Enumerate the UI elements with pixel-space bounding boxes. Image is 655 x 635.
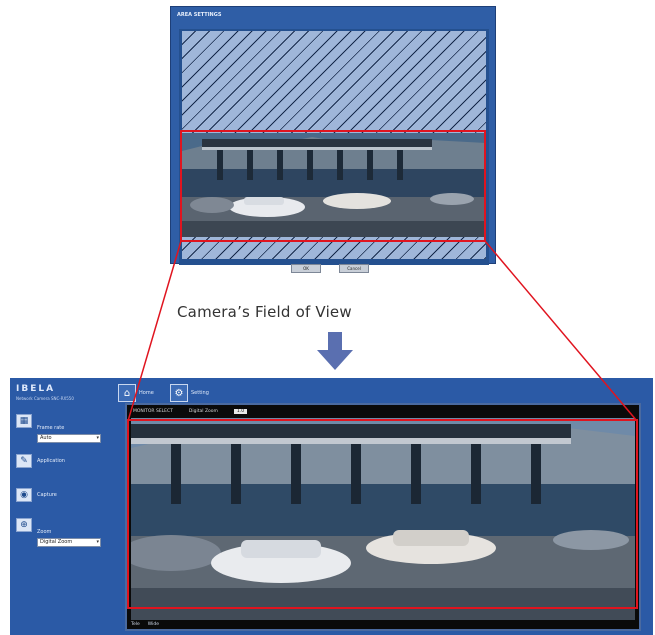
- frame-rate-value: Auto: [40, 435, 52, 441]
- sidebar-item-capture[interactable]: ◉ Capture: [16, 488, 57, 502]
- sidebar-item-zoom: ⊕ Zoom Digital Zoom ▾: [16, 518, 101, 547]
- brand-subtitle: Network Camera SNC-RX550: [16, 396, 74, 401]
- caption: Camera’s Field of View: [177, 303, 352, 321]
- toolbar-setting-button[interactable]: ⚙ Setting: [170, 382, 209, 404]
- sidebar-item-frame-rate: ▦ Frame rate Auto ▾: [16, 414, 101, 443]
- cancel-button[interactable]: Cancel: [339, 264, 369, 273]
- frame-rate-select[interactable]: Auto ▾: [37, 434, 101, 443]
- zoom-label: Zoom: [37, 529, 52, 535]
- arrow-down-icon: [317, 332, 353, 370]
- capture-label: Capture: [37, 492, 57, 498]
- highlight-region-bottom: [127, 419, 638, 609]
- ok-button[interactable]: OK: [291, 264, 321, 273]
- figure: AREA SETTINGS OK Cancel Camera’s Field o…: [0, 0, 655, 635]
- zoom-value: Digital Zoom: [40, 539, 73, 545]
- masked-area-top: [182, 31, 486, 133]
- zoom-icon: ⊕: [16, 518, 32, 532]
- application-icon: ✎: [16, 454, 32, 468]
- frame-rate-icon: ▦: [16, 414, 32, 428]
- toolbar-setting-label: Setting: [191, 390, 209, 396]
- toolbar-home-label: Home: [139, 390, 154, 396]
- digital-zoom-label: Digital Zoom: [188, 408, 218, 414]
- monitor-select-label: MONITOR SELECT: [133, 408, 173, 414]
- frame-rate-label: Frame rate: [37, 425, 65, 431]
- sidebar-item-application[interactable]: ✎ Application: [16, 454, 65, 468]
- brand-logo: IBELA: [16, 384, 56, 394]
- chevron-down-icon: ▾: [96, 435, 99, 441]
- tele-label[interactable]: Tele: [131, 622, 140, 627]
- zoom-level-value[interactable]: 1.0: [233, 408, 248, 414]
- application-label: Application: [37, 458, 65, 464]
- wide-label[interactable]: Wide: [148, 622, 159, 627]
- home-icon: ⌂: [118, 384, 136, 402]
- chevron-down-icon: ▾: [96, 539, 99, 545]
- window-title: AREA SETTINGS: [177, 12, 222, 18]
- setting-icon: ⚙: [170, 384, 188, 402]
- viewer-toolbar: MONITOR SELECT Digital Zoom 1.0: [133, 407, 248, 415]
- zoom-select[interactable]: Digital Zoom ▾: [37, 538, 101, 547]
- viewer-status-bar: Tele Wide: [131, 622, 159, 627]
- toolbar-home-button[interactable]: ⌂ Home: [118, 382, 154, 404]
- highlight-region-top: [180, 130, 486, 242]
- capture-icon: ◉: [16, 488, 32, 502]
